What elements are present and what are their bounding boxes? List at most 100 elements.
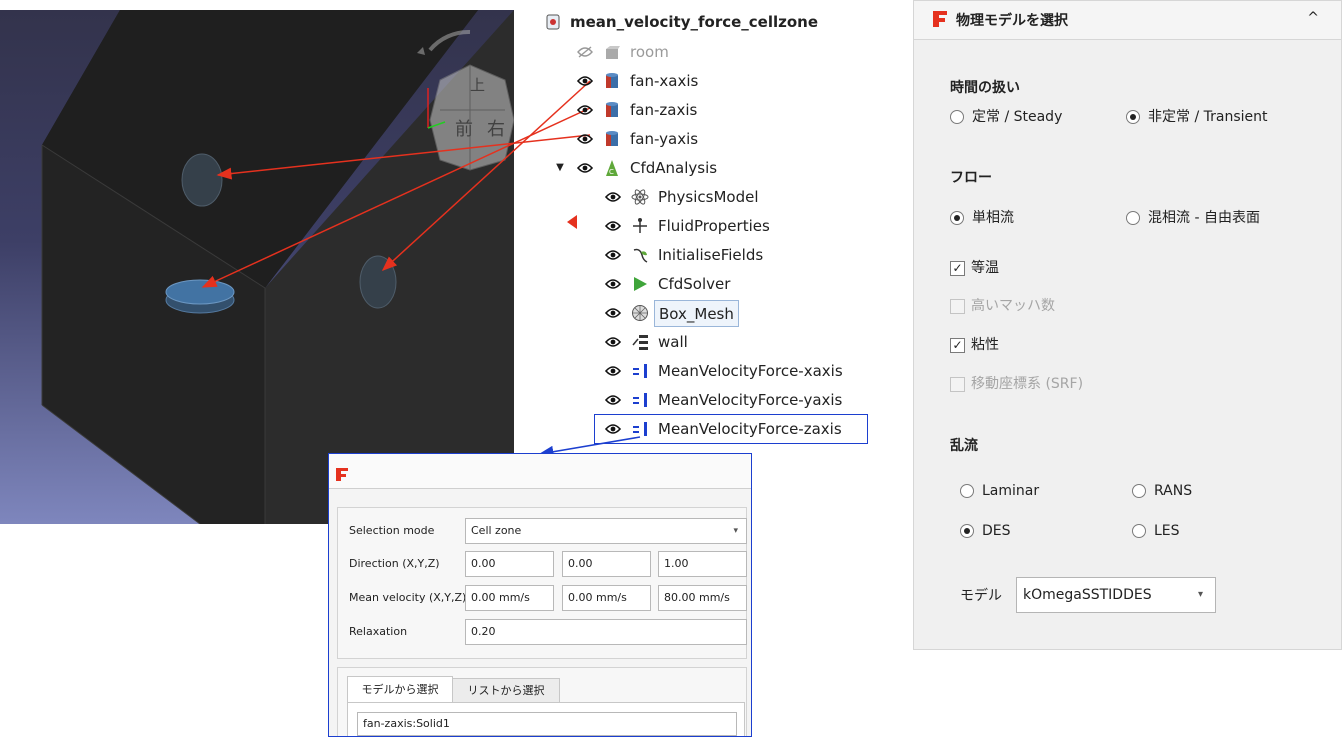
expand-arrow-icon[interactable]: ▼: [554, 155, 566, 181]
checkmark-icon: ✓: [950, 260, 965, 276]
tree-item-fan-zaxis[interactable]: fan-zaxis: [540, 97, 880, 123]
tab-list-select[interactable]: リストから選択: [452, 678, 560, 703]
analysis-icon: C: [602, 155, 622, 181]
tree-item-cfdanalysis[interactable]: ▼ C CfdAnalysis: [540, 155, 880, 181]
turbulence-model-value: kOmegaSSTIDDES: [1023, 587, 1152, 603]
eye-hidden-icon[interactable]: [576, 39, 594, 65]
srf-label: 移動座標系 (SRF): [971, 376, 1084, 392]
velocity-x-input[interactable]: 0.00 mm/s: [465, 585, 554, 611]
les-radio[interactable]: LES: [1132, 520, 1180, 542]
tree-item-label: CfdAnalysis: [630, 159, 718, 177]
tree-root-label: mean_velocity_force_cellzone: [570, 13, 819, 31]
eye-icon[interactable]: [576, 155, 594, 181]
rans-label: RANS: [1154, 483, 1193, 499]
collapse-icon[interactable]: ^: [1307, 10, 1319, 26]
selected-item[interactable]: fan-zaxis:Solid1: [363, 717, 450, 730]
physics-model-panel: 物理モデルを選択 ^ 時間の扱い 定常 / Steady 非定常 / Trans…: [913, 0, 1342, 650]
selection-mode-select[interactable]: Cell zone ▾: [465, 518, 747, 544]
fluid-icon: [630, 213, 650, 239]
rans-radio[interactable]: RANS: [1132, 480, 1192, 502]
viewcube-right-label: 右: [487, 119, 505, 140]
steady-label: 定常 / Steady: [972, 109, 1063, 125]
tree-item-room[interactable]: room: [540, 39, 880, 65]
viscous-checkbox[interactable]: ✓ 粘性: [950, 334, 999, 356]
part-icon: [602, 39, 622, 65]
eye-icon[interactable]: [604, 387, 622, 413]
direction-y-input[interactable]: 0.00: [562, 551, 651, 577]
selected-items-list[interactable]: fan-zaxis:Solid1: [357, 712, 737, 736]
isothermal-checkbox[interactable]: ✓ 等温: [950, 257, 999, 279]
relaxation-label: Relaxation: [349, 625, 408, 638]
tree-item-wall[interactable]: wall: [540, 329, 880, 355]
relaxation-input[interactable]: 0.20: [465, 619, 747, 645]
tree-item-label: InitialiseFields: [658, 246, 764, 264]
radio-off-icon: [1132, 524, 1146, 538]
document-icon: [544, 9, 562, 35]
model-tree[interactable]: mean_velocity_force_cellzone room fan-xax…: [540, 5, 880, 445]
eye-icon[interactable]: [576, 126, 594, 152]
direction-z-input[interactable]: 1.00: [658, 551, 747, 577]
eye-icon[interactable]: [576, 97, 594, 123]
tree-root[interactable]: mean_velocity_force_cellzone: [540, 9, 880, 35]
eye-icon[interactable]: [604, 242, 622, 268]
tree-item-fluidproperties[interactable]: FluidProperties: [540, 213, 880, 239]
tree-item-cfdsolver[interactable]: CfdSolver: [540, 271, 880, 297]
des-label: DES: [982, 523, 1011, 539]
mesh-icon: [630, 300, 650, 326]
cylinder-icon: [602, 68, 622, 94]
eye-icon[interactable]: [604, 300, 622, 326]
checkbox-disabled-icon: [950, 298, 965, 314]
tree-item-physicsmodel[interactable]: PhysicsModel: [540, 184, 880, 210]
tree-item-meanvelocityforce-yaxis[interactable]: MeanVelocityForce-yaxis: [540, 387, 880, 413]
tree-item-meanvelocityforce-xaxis[interactable]: MeanVelocityForce-xaxis: [540, 358, 880, 384]
3d-viewport[interactable]: 前 右 上: [0, 10, 514, 524]
tree-item-label: wall: [658, 333, 688, 351]
fan-xaxis-disk[interactable]: [181, 153, 223, 207]
tree-item-label: fan-yaxis: [630, 130, 699, 148]
single-phase-radio[interactable]: 単相流: [950, 207, 1014, 229]
steady-radio[interactable]: 定常 / Steady: [950, 106, 1062, 128]
turbulence-section-title: 乱流: [950, 438, 978, 454]
mean-velocity-force-task-panel[interactable]: Selection mode Cell zone ▾ Direction (X,…: [328, 453, 752, 737]
tree-item-initialisefields[interactable]: InitialiseFields: [540, 242, 880, 268]
checkmark-icon: ✓: [950, 337, 965, 353]
tree-item-label: room: [630, 43, 669, 61]
task-panel-header: [329, 454, 751, 489]
time-section-title: 時間の扱い: [950, 80, 1020, 96]
turbulence-model-select[interactable]: kOmegaSSTIDDES ▾: [1016, 577, 1216, 613]
eye-icon[interactable]: [604, 271, 622, 297]
tree-item-label: Box_Mesh: [654, 300, 739, 327]
velocity-z-input[interactable]: 80.00 mm/s: [658, 585, 747, 611]
force-icon: [630, 358, 650, 384]
des-radio[interactable]: DES: [960, 520, 1011, 542]
eye-icon[interactable]: [604, 329, 622, 355]
tab-model-select[interactable]: モデルから選択: [347, 676, 453, 703]
multiphase-radio[interactable]: 混相流 - 自由表面: [1126, 207, 1260, 229]
velocity-y-input[interactable]: 0.00 mm/s: [562, 585, 651, 611]
isothermal-label: 等温: [971, 260, 999, 276]
radio-off-icon: [1126, 211, 1140, 225]
eye-icon[interactable]: [604, 184, 622, 210]
tree-item-fan-yaxis[interactable]: fan-yaxis: [540, 126, 880, 152]
initialise-icon: [630, 242, 650, 268]
tree-item-fan-xaxis[interactable]: fan-xaxis: [540, 68, 880, 94]
laminar-radio[interactable]: Laminar: [960, 480, 1039, 502]
fan-yaxis-disk[interactable]: [359, 255, 397, 309]
radio-on-icon: [950, 211, 964, 225]
direction-x-input[interactable]: 0.00: [465, 551, 554, 577]
les-label: LES: [1154, 523, 1180, 539]
eye-icon[interactable]: [576, 68, 594, 94]
eye-icon[interactable]: [604, 358, 622, 384]
tree-item-box-mesh[interactable]: Box_Mesh: [540, 300, 880, 327]
eye-icon[interactable]: [604, 213, 622, 239]
model-label: モデル: [960, 588, 1002, 604]
direction-label: Direction (X,Y,Z): [349, 557, 440, 570]
physics-panel-header[interactable]: 物理モデルを選択 ^: [914, 1, 1341, 40]
viewcube-top-label: 上: [470, 76, 485, 94]
scene-svg: 前 右 上: [41, 10, 514, 524]
tree-item-meanvelocityforce-zaxis[interactable]: MeanVelocityForce-zaxis: [540, 414, 880, 444]
tree-item-label: MeanVelocityForce-xaxis: [658, 362, 843, 380]
laminar-label: Laminar: [982, 483, 1040, 499]
selection-mode-value: Cell zone: [471, 524, 522, 537]
transient-radio[interactable]: 非定常 / Transient: [1126, 106, 1267, 128]
